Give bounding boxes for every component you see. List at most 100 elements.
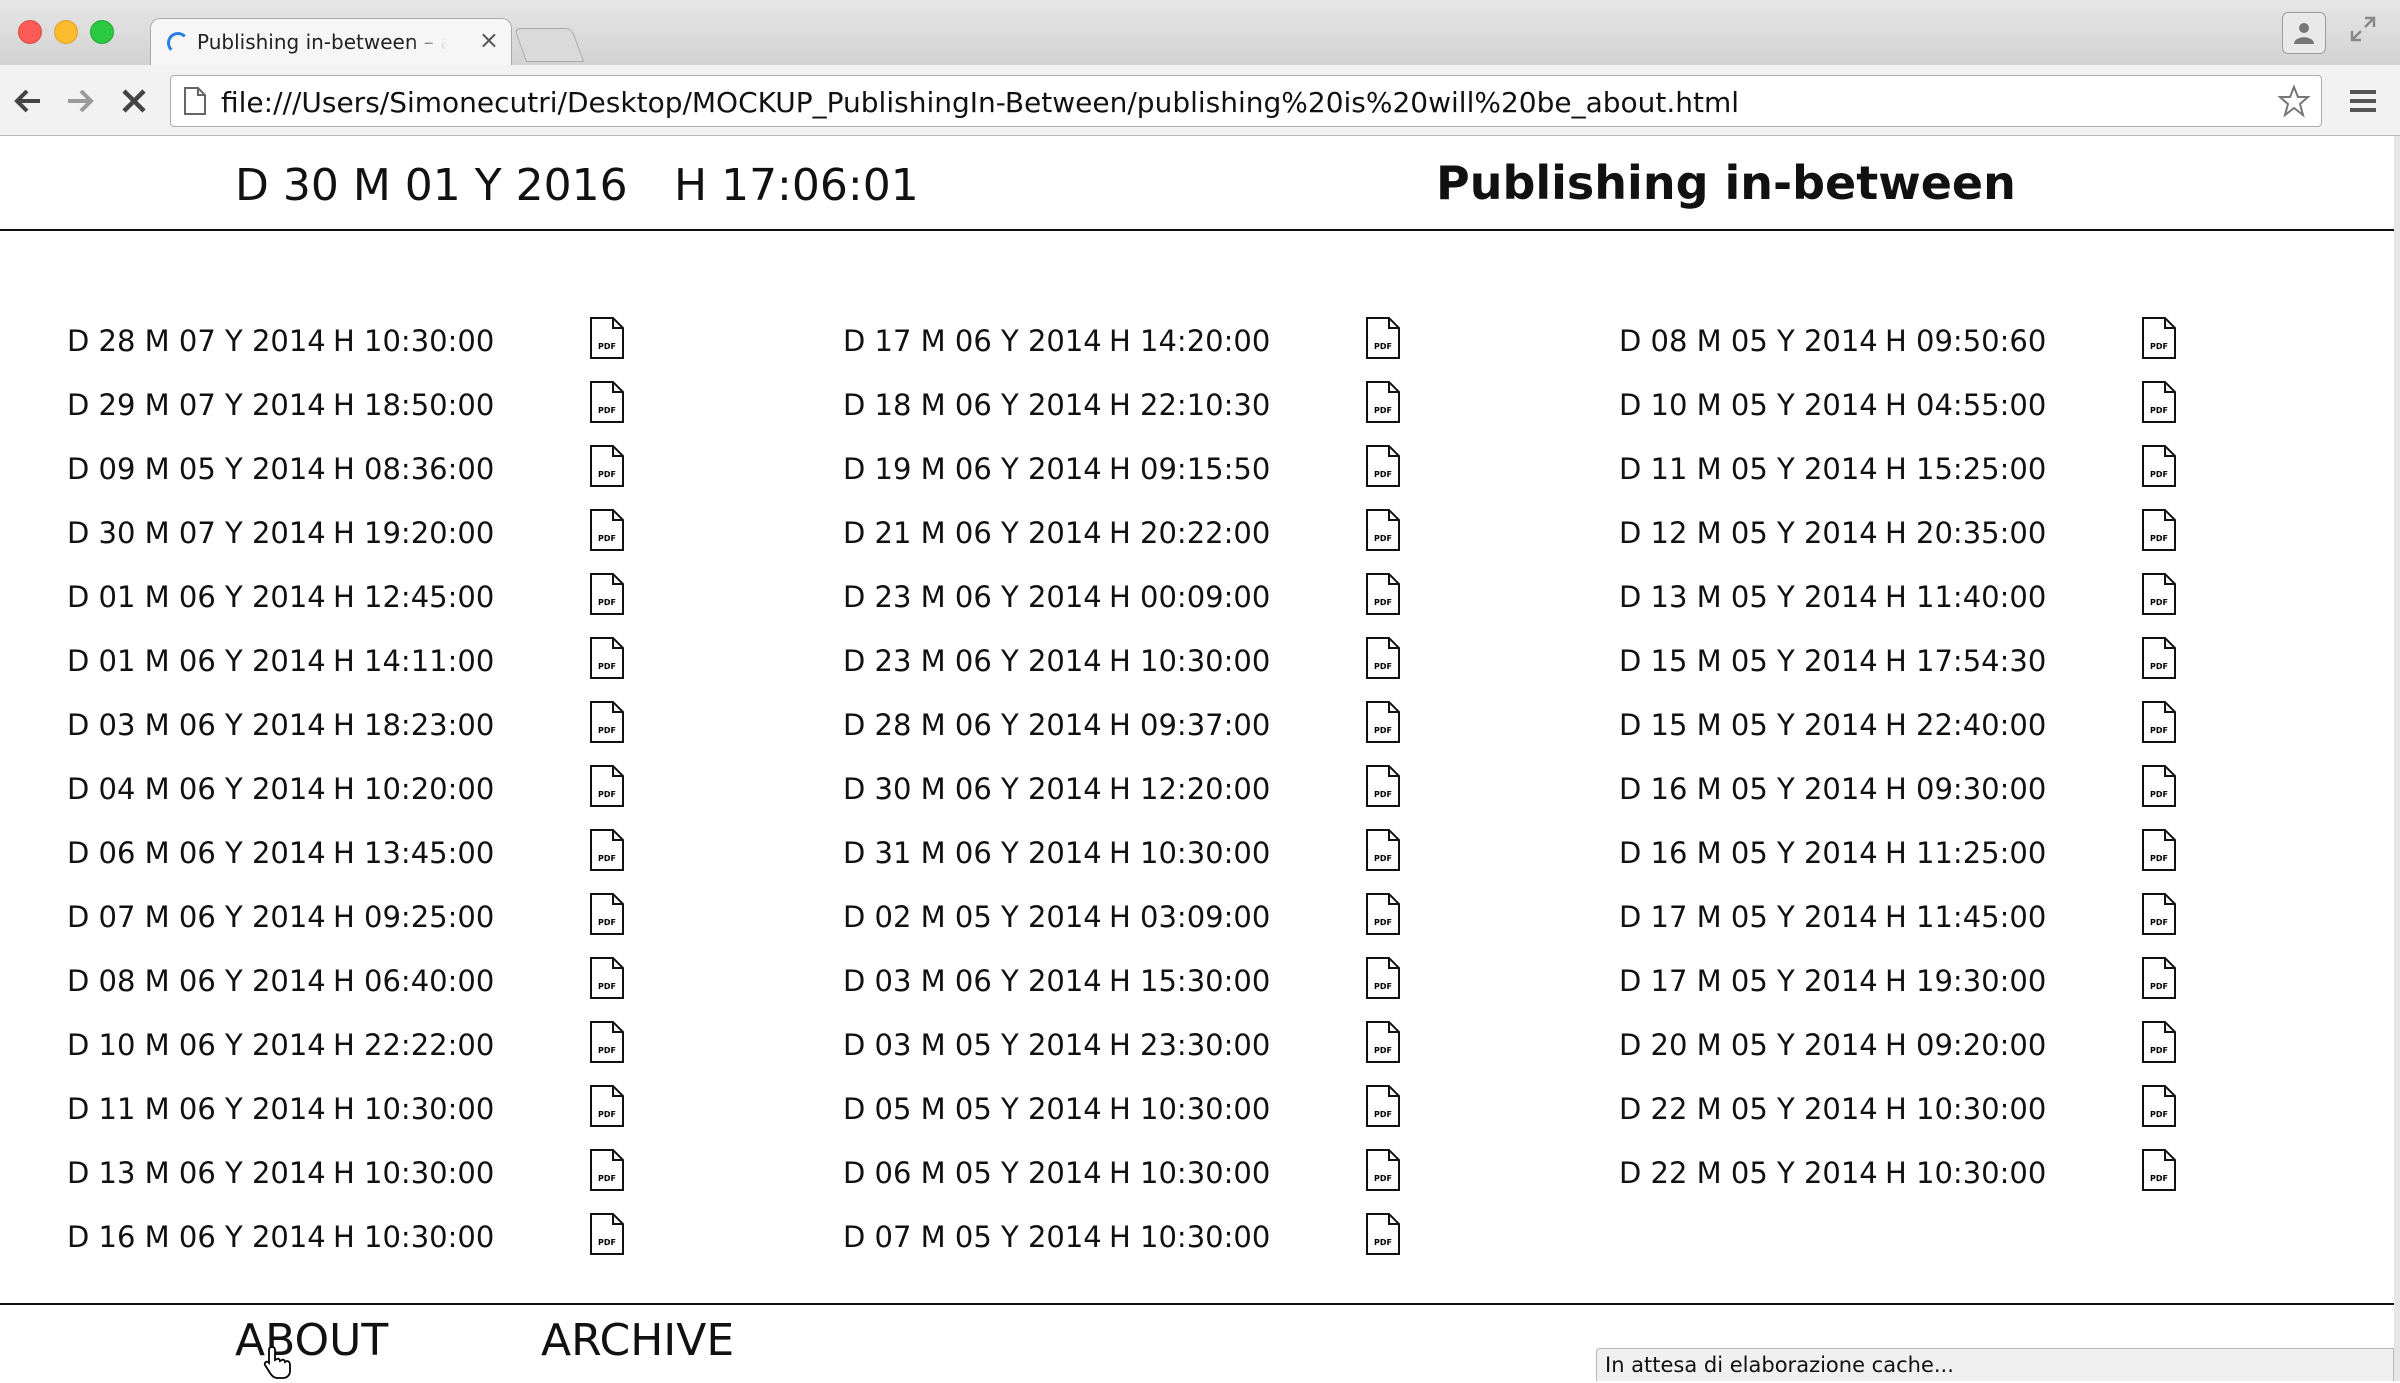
pdf-file-icon[interactable]: PDF <box>2141 892 2177 936</box>
publication-row: D 08 M 06 Y 2014 H 06:40:00 PDF <box>67 956 707 1020</box>
pdf-file-icon[interactable]: PDF <box>2141 1020 2177 1064</box>
pdf-file-icon[interactable]: PDF <box>589 1212 625 1256</box>
pdf-file-icon[interactable]: PDF <box>1365 764 1401 808</box>
pdf-file-icon[interactable]: PDF <box>2141 764 2177 808</box>
pdf-file-outline <box>1366 381 1400 423</box>
back-button[interactable] <box>10 83 46 119</box>
pdf-file-label: PDF <box>1374 342 1392 351</box>
publication-time: H 00:09:00 <box>1109 580 1271 614</box>
pdf-file-icon[interactable]: PDF <box>2141 956 2177 1000</box>
pdf-file-icon[interactable]: PDF <box>2141 316 2177 360</box>
publication-date: D 22 M 05 Y 2014 <box>1619 1156 1878 1190</box>
site-title[interactable]: Publishing in-between <box>1436 156 2016 210</box>
scrollbar-track[interactable] <box>2394 136 2400 1381</box>
publication-date: D 17 M 05 Y 2014 <box>1619 964 1878 998</box>
about-link[interactable]: ABOUT <box>235 1315 388 1366</box>
stop-loading-button[interactable] <box>116 83 152 119</box>
pdf-file-icon[interactable]: PDF <box>589 572 625 616</box>
forward-button[interactable] <box>62 83 98 119</box>
pdf-file-icon[interactable]: PDF <box>2141 828 2177 872</box>
pdf-file-icon[interactable]: PDF <box>589 700 625 744</box>
pdf-file-label: PDF <box>598 918 616 927</box>
publication-time: H 10:30:00 <box>1885 1156 2047 1190</box>
pdf-file-icon[interactable]: PDF <box>1365 828 1401 872</box>
pdf-file-icon[interactable]: PDF <box>589 828 625 872</box>
publication-row: D 16 M 06 Y 2014 H 10:30:00 PDF <box>67 1212 707 1276</box>
expand-icon <box>2350 16 2376 42</box>
pdf-file-icon[interactable]: PDF <box>1365 956 1401 1000</box>
pdf-file-label: PDF <box>2150 598 2168 607</box>
pdf-file-label: PDF <box>1374 534 1392 543</box>
publication-row: D 16 M 05 Y 2014 H 11:25:00 PDF <box>1619 828 2259 892</box>
pdf-file-icon[interactable]: PDF <box>1365 1212 1401 1256</box>
pdf-file-label: PDF <box>2150 982 2168 991</box>
pdf-file-label: PDF <box>2150 342 2168 351</box>
pdf-file-outline <box>2142 1149 2176 1191</box>
archive-link[interactable]: ARCHIVE <box>541 1315 734 1366</box>
publication-date: D 11 M 06 Y 2014 <box>67 1092 326 1126</box>
zoom-window-button[interactable] <box>90 20 114 44</box>
publication-time: H 11:45:00 <box>1885 900 2047 934</box>
pdf-file-label: PDF <box>1374 918 1392 927</box>
pdf-file-icon[interactable]: PDF <box>1365 572 1401 616</box>
pdf-file-icon[interactable]: PDF <box>1365 316 1401 360</box>
pdf-file-icon[interactable]: PDF <box>1365 508 1401 552</box>
pdf-file-icon[interactable]: PDF <box>1365 892 1401 936</box>
pdf-file-outline <box>2142 701 2176 743</box>
pdf-file-icon[interactable]: PDF <box>1365 636 1401 680</box>
pdf-file-icon[interactable]: PDF <box>2141 380 2177 424</box>
address-bar[interactable]: file:///Users/Simonecutri/Desktop/MOCKUP… <box>170 75 2322 127</box>
publication-column-1: D 28 M 07 Y 2014 H 10:30:00 PDF D 29 M 07 Y… <box>67 316 707 1276</box>
new-tab-button[interactable] <box>513 28 585 62</box>
pdf-file-icon[interactable]: PDF <box>1365 1020 1401 1064</box>
pdf-file-icon[interactable]: PDF <box>2141 636 2177 680</box>
pdf-file-icon[interactable]: PDF <box>1365 700 1401 744</box>
pdf-file-icon[interactable]: PDF <box>1365 444 1401 488</box>
pdf-file-icon[interactable]: PDF <box>2141 508 2177 552</box>
pdf-file-icon[interactable]: PDF <box>589 956 625 1000</box>
url-text[interactable]: file:///Users/Simonecutri/Desktop/MOCKUP… <box>221 86 1739 119</box>
pdf-file-icon[interactable]: PDF <box>589 636 625 680</box>
pdf-file-outline <box>590 957 624 999</box>
publication-date: D 16 M 05 Y 2014 <box>1619 772 1878 806</box>
pdf-file-label: PDF <box>2150 790 2168 799</box>
pdf-file-icon[interactable]: PDF <box>589 1020 625 1064</box>
publication-date: D 06 M 06 Y 2014 <box>67 836 326 870</box>
pdf-file-icon[interactable]: PDF <box>1365 380 1401 424</box>
pdf-file-icon[interactable]: PDF <box>589 1148 625 1192</box>
publication-row: D 04 M 06 Y 2014 H 10:20:00 PDF <box>67 764 707 828</box>
publication-date: D 17 M 05 Y 2014 <box>1619 900 1878 934</box>
publication-time: H 10:30:00 <box>333 324 495 358</box>
pdf-file-outline <box>1366 573 1400 615</box>
publication-time: H 22:10:30 <box>1109 388 1271 422</box>
pdf-file-icon[interactable]: PDF <box>589 316 625 360</box>
pdf-file-icon[interactable]: PDF <box>2141 1148 2177 1192</box>
close-tab-icon[interactable]: × <box>479 26 499 54</box>
pdf-file-outline <box>590 381 624 423</box>
pdf-file-icon[interactable]: PDF <box>2141 444 2177 488</box>
browser-tab[interactable]: Publishing in-between – about × <box>150 18 512 66</box>
pdf-file-icon[interactable]: PDF <box>1365 1148 1401 1192</box>
pdf-file-outline <box>590 765 624 807</box>
pdf-file-icon[interactable]: PDF <box>589 1084 625 1128</box>
pdf-file-icon[interactable]: PDF <box>589 508 625 552</box>
publication-row: D 08 M 05 Y 2014 H 09:50:60 PDF <box>1619 316 2259 380</box>
bookmark-star-icon[interactable] <box>2277 84 2311 118</box>
pdf-file-icon[interactable]: PDF <box>589 764 625 808</box>
pdf-file-icon[interactable]: PDF <box>589 380 625 424</box>
page-viewport: D 30 M 01 Y 2016 H 17:06:01 Publishing i… <box>0 136 2400 1381</box>
pdf-file-icon[interactable]: PDF <box>2141 700 2177 744</box>
profile-button[interactable] <box>2282 12 2326 54</box>
pdf-file-icon[interactable]: PDF <box>589 892 625 936</box>
pdf-file-icon[interactable]: PDF <box>2141 1084 2177 1128</box>
pdf-file-icon[interactable]: PDF <box>1365 1084 1401 1128</box>
pdf-file-outline <box>1366 1021 1400 1063</box>
minimize-window-button[interactable] <box>54 20 78 44</box>
publication-time: H 10:30:00 <box>1109 1156 1271 1190</box>
browser-menu-button[interactable] <box>2348 87 2378 119</box>
pdf-file-icon[interactable]: PDF <box>2141 572 2177 616</box>
fullscreen-button[interactable] <box>2348 14 2378 48</box>
close-window-button[interactable] <box>18 20 42 44</box>
pdf-file-icon[interactable]: PDF <box>589 444 625 488</box>
publication-row: D 03 M 05 Y 2014 H 23:30:00 PDF <box>843 1020 1483 1084</box>
